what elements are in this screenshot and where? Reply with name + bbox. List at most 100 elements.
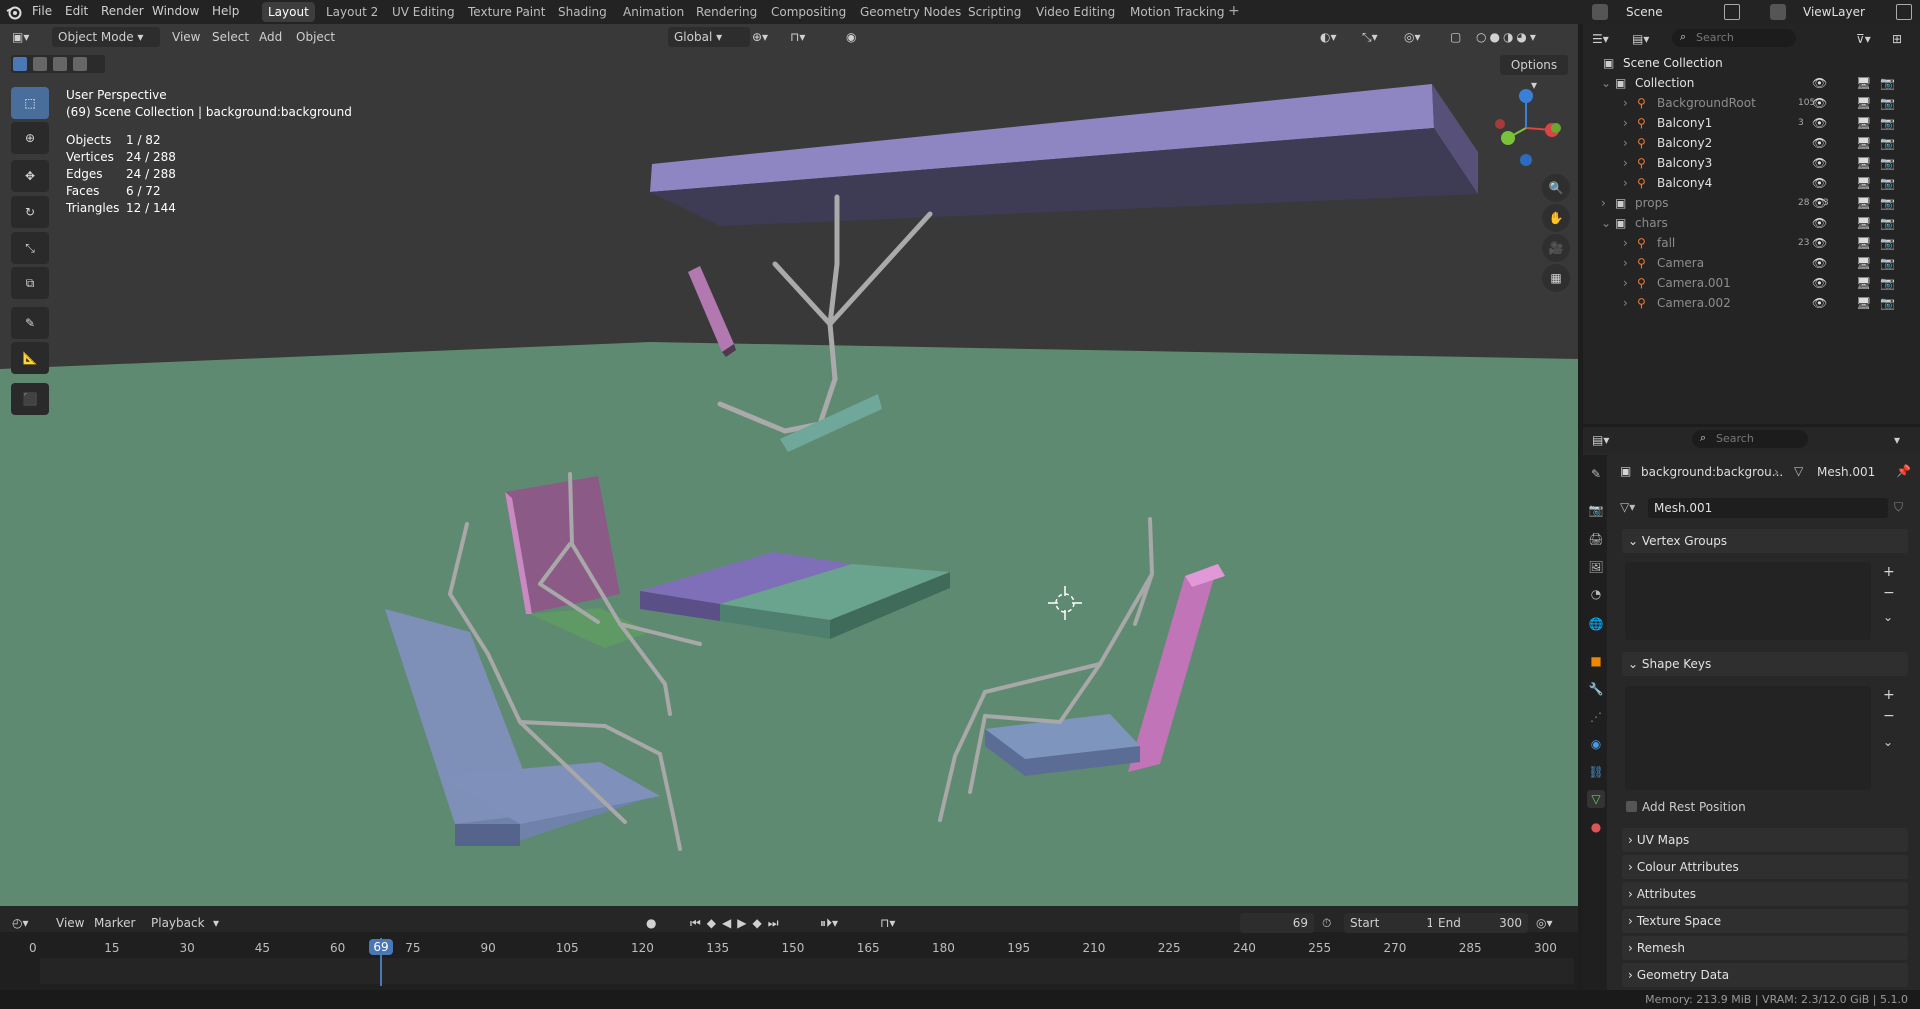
panel-collapsed[interactable]: › Colour Attributes	[1622, 855, 1908, 879]
select-extend-icon[interactable]	[33, 57, 47, 71]
options-button[interactable]: Options ▾	[1500, 55, 1568, 92]
monitor-icon[interactable]: 🖥	[1856, 193, 1871, 213]
timeline-track-area[interactable]	[40, 958, 1574, 984]
visibility-eye-icon[interactable]: 👁	[1812, 133, 1827, 153]
scene-icon[interactable]	[1592, 4, 1608, 20]
timeline-menu-playback[interactable]: Playback	[151, 913, 205, 933]
cursor-tool[interactable]: ⊕	[11, 122, 49, 154]
tool-tab-icon[interactable]: ✎	[1587, 465, 1605, 483]
visibility-eye-icon[interactable]: 👁	[1812, 73, 1827, 93]
new-scene-icon[interactable]	[1724, 4, 1740, 20]
select-mode-buttons[interactable]	[11, 55, 105, 73]
render-camera-icon[interactable]: 📷	[1880, 293, 1895, 313]
3d-viewport[interactable]	[0, 24, 1578, 906]
vertex-groups-list[interactable]	[1625, 562, 1871, 640]
outliner-row[interactable]: › ⚲ Balcony4 👁 🖥 📷	[1583, 173, 1920, 193]
expand-chevron-icon[interactable]: ⌄	[1601, 213, 1611, 233]
render-camera-icon[interactable]: 📷	[1880, 233, 1895, 253]
physics-tab-icon[interactable]: ◉	[1587, 735, 1605, 753]
select-box-tool[interactable]: ⬚	[11, 87, 49, 119]
data-tab-icon[interactable]: ▽	[1587, 790, 1605, 808]
tab-compositing[interactable]: Compositing	[765, 2, 852, 22]
tab-scripting[interactable]: Scripting	[962, 2, 1027, 22]
render-camera-icon[interactable]: 📷	[1880, 273, 1895, 293]
render-camera-icon[interactable]: 📷	[1880, 213, 1895, 233]
measure-tool[interactable]: 📐	[11, 342, 49, 374]
timeline-editor-icon[interactable]: ◴▾	[12, 913, 29, 933]
new-collection-icon[interactable]: ⊞	[1892, 29, 1902, 49]
outliner-row[interactable]: › ⚲ Balcony3 👁 🖥 📷	[1583, 153, 1920, 173]
outliner-row[interactable]: › ⚲ Camera 👁 🖥 📷	[1583, 253, 1920, 273]
visibility-icon[interactable]: ◐▾	[1320, 27, 1337, 47]
panel-collapsed[interactable]: › Geometry Data	[1622, 963, 1908, 987]
world-tab-icon[interactable]: 🌐	[1587, 615, 1605, 633]
expand-chevron-icon[interactable]: ›	[1623, 233, 1628, 253]
add-cube-tool[interactable]: ⬛	[11, 383, 49, 415]
scale-tool[interactable]: ⤡	[11, 232, 49, 264]
modifier-tab-icon[interactable]: 🔧	[1587, 680, 1605, 698]
menu-view[interactable]: View	[172, 27, 200, 47]
visibility-eye-icon[interactable]: 👁	[1812, 293, 1827, 313]
shape-keys-list[interactable]	[1625, 686, 1871, 790]
add-workspace-icon[interactable]: +	[1228, 3, 1240, 19]
viewlayer-name-field[interactable]: ViewLayer	[1803, 5, 1865, 19]
tab-texture-paint[interactable]: Texture Paint	[462, 2, 551, 22]
outliner-row[interactable]: ⌄ ▣ chars 👁 🖥 📷	[1583, 213, 1920, 233]
filter-icon[interactable]: ⊽▾	[1856, 29, 1871, 49]
outliner-row[interactable]: › ⚲ BackgroundRoot 👁 🖥 📷 105	[1583, 93, 1920, 113]
camera-view-button[interactable]: 🎥	[1542, 234, 1570, 262]
pin-icon[interactable]: 📌	[1896, 464, 1911, 478]
monitor-icon[interactable]: 🖥	[1856, 113, 1871, 133]
stopwatch-icon[interactable]: ⏱	[1322, 913, 1331, 933]
outliner-row[interactable]: › ⚲ fall 👁 🖥 📷 23	[1583, 233, 1920, 253]
outliner-row[interactable]: ⌄ ▣ Collection 👁 🖥 📷	[1583, 73, 1920, 93]
menu-help[interactable]: Help	[212, 4, 239, 18]
panel-collapsed[interactable]: › UV Maps	[1622, 828, 1908, 852]
menu-edit[interactable]: Edit	[65, 4, 88, 18]
overlay-icon[interactable]: ◎▾	[1404, 27, 1421, 47]
transform-orientation-dropdown[interactable]: Global ▾	[668, 27, 750, 47]
tab-motion-tracking[interactable]: Motion Tracking	[1124, 2, 1230, 22]
tab-video-editing[interactable]: Video Editing	[1030, 2, 1121, 22]
panel-vertex-groups[interactable]: ⌄ Vertex Groups	[1622, 529, 1908, 553]
render-camera-icon[interactable]: 📷	[1880, 173, 1895, 193]
start-frame-field[interactable]: Start 1	[1344, 913, 1440, 933]
panel-collapsed[interactable]: › Attributes	[1622, 882, 1908, 906]
viewlayer-icon[interactable]	[1770, 4, 1786, 20]
tab-shading[interactable]: Shading	[552, 2, 613, 22]
add-shape-key-icon[interactable]: +	[1883, 687, 1895, 703]
monitor-icon[interactable]: 🖥	[1856, 273, 1871, 293]
menu-add[interactable]: Add	[259, 27, 282, 47]
transform-tool[interactable]: ⧉	[11, 267, 49, 299]
expand-chevron-icon[interactable]: ›	[1623, 253, 1628, 273]
timeline-snap-icon[interactable]: ◎▾	[1536, 913, 1553, 933]
tab-rendering[interactable]: Rendering	[690, 2, 763, 22]
tab-animation[interactable]: Animation	[617, 2, 690, 22]
tab-layout[interactable]: Layout	[262, 2, 315, 22]
scene-tab-icon[interactable]: ◔	[1587, 585, 1605, 603]
render-camera-icon[interactable]: 📷	[1880, 73, 1895, 93]
visibility-eye-icon[interactable]: 👁	[1812, 233, 1827, 253]
mesh-browse-icon[interactable]: ▽▾	[1620, 500, 1635, 514]
keying-icon[interactable]: ⊓▾	[880, 913, 895, 933]
outliner-row[interactable]: › ⚲ Camera.001 👁 🖥 📷	[1583, 273, 1920, 293]
outliner-row[interactable]: › ⚲ Camera.002 👁 🖥 📷	[1583, 293, 1920, 313]
axis-gizmo[interactable]	[1486, 82, 1566, 172]
monitor-icon[interactable]: 🖥	[1856, 153, 1871, 173]
material-tab-icon[interactable]: ●	[1587, 818, 1605, 836]
render-camera-icon[interactable]: 📷	[1880, 153, 1895, 173]
rotate-tool[interactable]: ↻	[11, 196, 49, 228]
add-rest-position-checkbox[interactable]	[1626, 801, 1637, 812]
playback-dropdown-icon[interactable]: ▾	[213, 913, 219, 933]
remove-shape-key-icon[interactable]: −	[1883, 708, 1895, 724]
panel-collapsed[interactable]: › Texture Space	[1622, 909, 1908, 933]
expand-chevron-icon[interactable]: ›	[1623, 173, 1628, 193]
panel-collapsed[interactable]: › Remesh	[1622, 936, 1908, 960]
outliner-search[interactable]: ⌕ Search	[1672, 29, 1796, 47]
visibility-eye-icon[interactable]: 👁	[1812, 153, 1827, 173]
playhead-frame-badge[interactable]: 69	[369, 939, 393, 955]
expand-chevron-icon[interactable]: ›	[1623, 133, 1628, 153]
timeline-menu-view[interactable]: View	[56, 913, 84, 933]
scene-name-field[interactable]: Scene	[1626, 5, 1663, 19]
annotate-tool[interactable]: ✎	[11, 307, 49, 339]
